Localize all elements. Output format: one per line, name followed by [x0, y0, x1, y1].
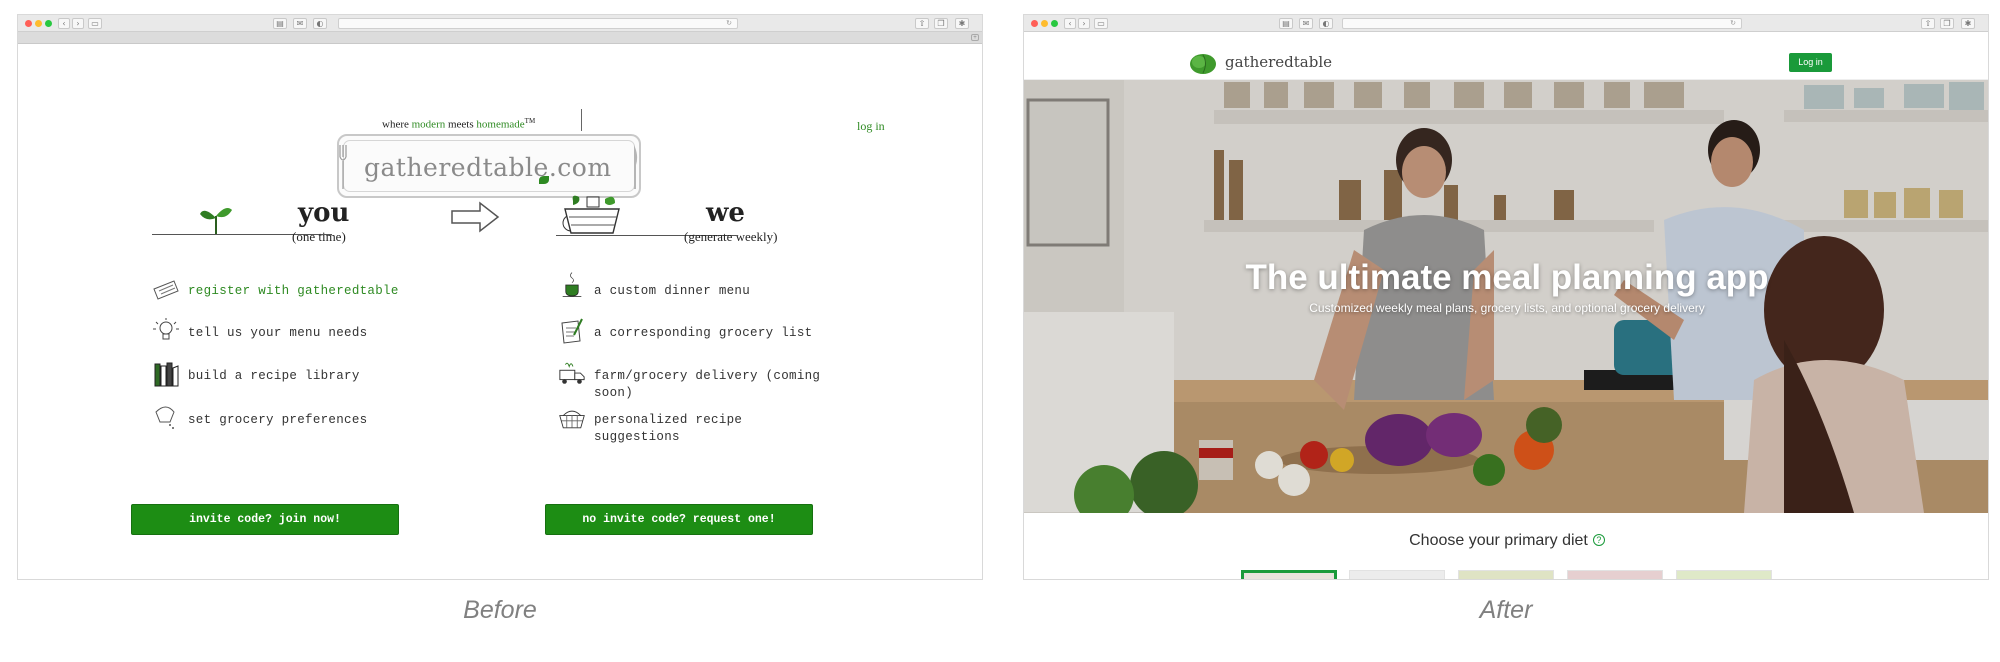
hero-subtitle: Customized weekly meal plans, grocery li…	[1309, 301, 1705, 315]
login-link[interactable]: log in	[857, 119, 885, 134]
you-subheading: (one time)	[292, 229, 346, 244]
before-screenshot: ‹ › ▭ ▤ ✉ ◐ ↻ ⇧ ❐ ✱ + where modern meets…	[17, 14, 983, 580]
steaming-cup-icon	[562, 272, 582, 298]
back-button[interactable]: ‹	[1064, 18, 1076, 29]
print-icon[interactable]: ▤	[1279, 18, 1293, 29]
step-delivery-line2: soon)	[594, 386, 634, 400]
privacy-icon[interactable]: ◐	[313, 18, 327, 29]
forward-button[interactable]: ›	[72, 18, 84, 29]
you-heading: you	[298, 198, 350, 228]
knife-icon	[634, 145, 638, 189]
diet-title-text: Choose your primary diet	[1409, 532, 1588, 549]
tagline: where modern meets homemadeTM	[382, 117, 535, 131]
cabbage-logo-icon[interactable]	[1188, 51, 1218, 75]
tabs-icon[interactable]: ❐	[934, 18, 948, 29]
lightbulb-icon	[153, 318, 179, 340]
step-delivery: farm/grocery delivery (coming soon)	[594, 368, 820, 402]
after-screenshot: ‹ › ▭ ▤ ✉ ◐ ↻ ⇧ ❐ ✱ gatheredtable Log in	[1023, 14, 1989, 580]
mail-icon[interactable]: ✉	[293, 18, 307, 29]
share-icon[interactable]: ⇧	[1921, 18, 1935, 29]
logo-leaf-icon	[539, 176, 549, 184]
tabs-icon[interactable]: ❐	[1940, 18, 1954, 29]
sidebar-toggle-icon[interactable]: ▭	[1094, 18, 1108, 29]
diet-option-card[interactable]	[1676, 570, 1772, 579]
sidebar-toggle-icon[interactable]: ▭	[88, 18, 102, 29]
salt-shaker-icon	[155, 406, 175, 429]
diet-option-image	[1350, 571, 1444, 579]
delivery-truck-icon	[559, 362, 585, 384]
step-suggestions-line1: personalized recipe	[594, 413, 743, 427]
step-recipe-library: build a recipe library	[188, 369, 360, 383]
hero-title: The ultimate meal planning app	[1245, 258, 1769, 297]
diet-section-title: Choose your primary diet?	[1024, 532, 1988, 550]
settings-gear-icon[interactable]: ✱	[1961, 18, 1975, 29]
request-invite-button[interactable]: no invite code? request one!	[545, 504, 813, 535]
new-tab-icon[interactable]: +	[971, 34, 979, 41]
diet-option-card[interactable]	[1241, 570, 1337, 579]
diet-option-image	[1677, 571, 1771, 579]
tagline-modern: modern	[411, 118, 446, 131]
close-window-button[interactable]	[1031, 20, 1038, 27]
back-button[interactable]: ‹	[58, 18, 70, 29]
keyboard-icon	[153, 280, 179, 300]
print-icon[interactable]: ▤	[273, 18, 287, 29]
arrow-right-icon	[451, 201, 500, 233]
diet-option-image	[1568, 571, 1662, 579]
minimize-window-button[interactable]	[35, 20, 42, 27]
hero-banner: The ultimate meal planning app Customize…	[1024, 80, 1988, 513]
address-bar[interactable]: ↻	[338, 18, 738, 29]
basket-icon	[559, 410, 585, 429]
brand-name[interactable]: gatheredtable	[1225, 53, 1332, 71]
join-now-button[interactable]: invite code? join now!	[131, 504, 399, 535]
zoom-window-button[interactable]	[1051, 20, 1058, 27]
site-header: gatheredtable Log in	[1024, 45, 1988, 80]
forward-button[interactable]: ›	[1078, 18, 1090, 29]
before-page: where modern meets homemadeTM log in gat…	[18, 45, 982, 579]
we-heading: we	[706, 198, 745, 228]
diet-option-image	[1244, 573, 1334, 579]
browser-toolbar: ‹ › ▭ ▤ ✉ ◐ ↻ ⇧ ❐ ✱	[1024, 15, 1988, 32]
after-caption: After	[1479, 596, 1533, 624]
notepad-icon	[561, 318, 583, 344]
trademark-mark: TM	[524, 117, 536, 125]
diet-option-card[interactable]	[1458, 570, 1554, 579]
before-caption: Before	[463, 596, 537, 624]
step-grocery-list: a corresponding grocery list	[594, 326, 813, 340]
browser-toolbar: ‹ › ▭ ▤ ✉ ◐ ↻ ⇧ ❐ ✱	[18, 15, 982, 32]
tagline-middle: meets	[445, 118, 477, 131]
sprout-icon	[200, 208, 232, 234]
tagline-prefix: where	[382, 118, 412, 131]
diet-option-card[interactable]	[1349, 570, 1445, 579]
step-register[interactable]: register with gatheredtable	[188, 283, 399, 300]
step-recipe-suggestions: personalized recipe suggestions	[594, 412, 742, 446]
login-button[interactable]: Log in	[1789, 53, 1832, 72]
zoom-window-button[interactable]	[45, 20, 52, 27]
settings-gear-icon[interactable]: ✱	[955, 18, 969, 29]
address-bar[interactable]: ↻	[1342, 18, 1742, 29]
share-icon[interactable]: ⇧	[915, 18, 929, 29]
fork-icon	[339, 145, 347, 189]
logo-text: gatheredtable.com	[364, 153, 612, 182]
info-icon[interactable]: ?	[1592, 534, 1605, 546]
diet-option-image	[1459, 571, 1553, 579]
step-menu-needs: tell us your menu needs	[188, 326, 368, 340]
grocery-crate-icon	[562, 195, 620, 234]
diet-option-card[interactable]	[1567, 570, 1663, 579]
tagline-divider	[581, 109, 582, 131]
step-delivery-line1: farm/grocery delivery (coming	[594, 369, 821, 383]
step-dinner-menu: a custom dinner menu	[594, 284, 751, 298]
step-suggestions-line2: suggestions	[594, 430, 680, 444]
books-icon	[154, 362, 179, 387]
privacy-icon[interactable]: ◐	[1319, 18, 1333, 29]
tab-bar: +	[18, 32, 982, 44]
we-subheading: (generate weekly)	[684, 229, 778, 244]
close-window-button[interactable]	[25, 20, 32, 27]
tagline-homemade: homemade	[476, 118, 525, 131]
mail-icon[interactable]: ✉	[1299, 18, 1313, 29]
step-grocery-preferences: set grocery preferences	[188, 413, 368, 427]
minimize-window-button[interactable]	[1041, 20, 1048, 27]
